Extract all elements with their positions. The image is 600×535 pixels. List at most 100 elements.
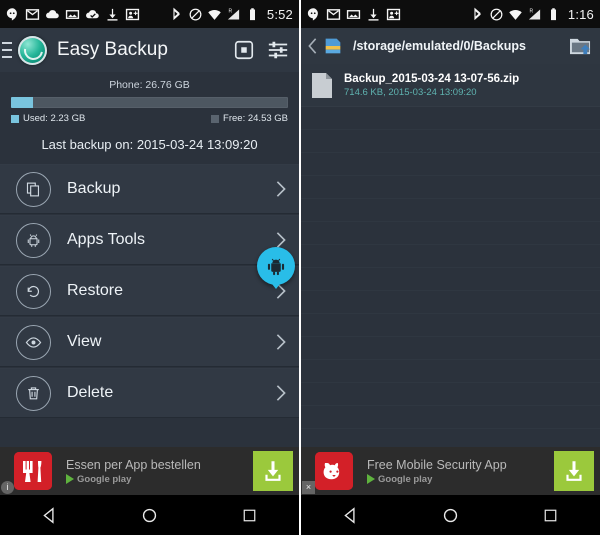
right-phone-screen: R 1:16 /storage/emulated/0/Backups Backu… [301,0,600,535]
used-label: Used: 2.23 GB [23,113,86,124]
cloud-check-icon [85,7,100,22]
left-app-bar: Easy Backup [0,28,299,72]
menu-item-label: Restore [67,282,124,299]
contact-add-icon [386,7,401,22]
contact-add-icon [125,7,140,22]
main-menu-list: Backup Apps Tools Restore View Delete [0,161,299,447]
trash-icon [16,375,51,411]
empty-row [301,199,600,222]
right-ad-banner[interactable]: × Free Mobile Security App Google play [301,447,600,495]
dual-screenshot-comparison: R 5:52 Easy Backup Phone: 26.76 GB Used:… [0,0,600,535]
ad-close-badge[interactable]: × [302,481,315,494]
battery-icon [245,7,260,22]
storage-title: Phone: 26.76 GB [109,79,190,91]
eye-icon [16,324,51,360]
ad-title: Essen per App bestellen [66,457,201,472]
storage-used-legend: Used: 2.23 GB [11,113,85,124]
play-triangle-icon [367,474,375,484]
do-not-disturb-icon [188,7,203,22]
nav-back-button[interactable] [27,500,73,530]
right-status-system-icons: R 1:16 [470,7,594,22]
left-status-notification-icons [5,7,169,22]
left-ad-text: Essen per App bestellen Google play [66,458,253,485]
file-document-icon [311,72,333,99]
nav-recents-button[interactable] [527,500,573,530]
empty-row [301,383,600,406]
screenshot-icon [346,7,361,22]
nav-home-button[interactable] [126,500,172,530]
menu-item-restore[interactable]: Restore [0,266,299,316]
play-triangle-icon [66,474,74,484]
chevron-right-icon [275,333,287,351]
download-icon [105,7,120,22]
left-phone-screen: R 5:52 Easy Backup Phone: 26.76 GB Used:… [0,0,299,535]
signal-roaming-icon: R [527,7,542,22]
empty-row [301,176,600,199]
nav-recents-button[interactable] [226,500,272,530]
storage-progress-bar [11,97,288,108]
left-status-system-icons: R 5:52 [169,7,293,22]
right-status-notification-icons [306,7,470,22]
storage-legend: Used: 2.23 GB Free: 24.53 GB [11,113,288,124]
empty-row [301,107,600,130]
free-swatch [211,114,220,123]
do-not-disturb-icon [489,7,504,22]
menu-item-label: Delete [67,384,114,401]
left-status-bar: R 5:52 [0,0,299,28]
chevron-left-icon[interactable] [306,37,319,55]
stop-record-icon[interactable] [233,39,255,61]
menu-item-label: Apps Tools [67,231,145,248]
hamburger-icon[interactable] [2,42,12,58]
wifi-icon [508,7,523,22]
empty-row [301,153,600,176]
gmail-icon [326,7,341,22]
menu-item-backup[interactable]: Backup [0,164,299,214]
ad-store-label: Google play [378,473,433,485]
storage-summary: Phone: 26.76 GB Used: 2.23 GB Free: 24.5… [0,72,299,128]
file-list: Backup_2015-03-24 13-07-56.zip 714.6 KB,… [301,64,600,447]
nav-home-button[interactable] [427,500,473,530]
right-nav-bar [301,495,600,535]
file-name: Backup_2015-03-24 13-07-56.zip [344,72,520,85]
sd-folder-icon [322,35,344,57]
empty-row [301,130,600,153]
file-list-item[interactable]: Backup_2015-03-24 13-07-56.zip 714.6 KB,… [301,64,600,107]
chevron-right-icon [275,180,287,198]
svg-text:R: R [529,8,533,14]
bulldog-icon [315,452,353,490]
android-assistant-fab[interactable] [257,247,295,289]
nav-back-button[interactable] [328,500,374,530]
empty-row [301,222,600,245]
ad-install-button[interactable] [253,451,293,491]
storage-progress-fill [11,97,34,108]
android-robot-icon [16,222,51,258]
file-info: Backup_2015-03-24 13-07-56.zip 714.6 KB,… [344,73,519,98]
ad-install-button[interactable] [554,451,594,491]
folder-add-icon[interactable] [569,36,592,57]
empty-row [301,406,600,429]
ad-info-badge[interactable]: i [1,481,14,494]
svg-text:R: R [228,8,232,14]
bluetooth-icon [169,7,184,22]
empty-row [301,291,600,314]
copy-files-icon [16,171,51,207]
empty-row [301,337,600,360]
wifi-icon [207,7,222,22]
chevron-right-icon [275,384,287,402]
ad-store-label: Google play [77,473,132,485]
google-play-badge: Google play [367,474,554,485]
hangouts-icon [306,7,321,22]
signal-roaming-icon: R [226,7,241,22]
menu-item-view[interactable]: View [0,317,299,367]
left-ad-banner[interactable]: i Essen per App bestellen Google play [0,447,299,495]
menu-item-delete[interactable]: Delete [0,368,299,418]
used-swatch [11,114,19,123]
restaurant-cutlery-icon [14,452,52,490]
equalizer-icon[interactable] [267,39,289,61]
empty-row [301,268,600,291]
hangouts-icon [5,7,20,22]
menu-item-apps-tools[interactable]: Apps Tools [0,215,299,265]
page-title: Easy Backup [57,39,168,60]
right-ad-text: Free Mobile Security App Google play [367,458,554,485]
google-play-badge: Google play [66,474,253,485]
